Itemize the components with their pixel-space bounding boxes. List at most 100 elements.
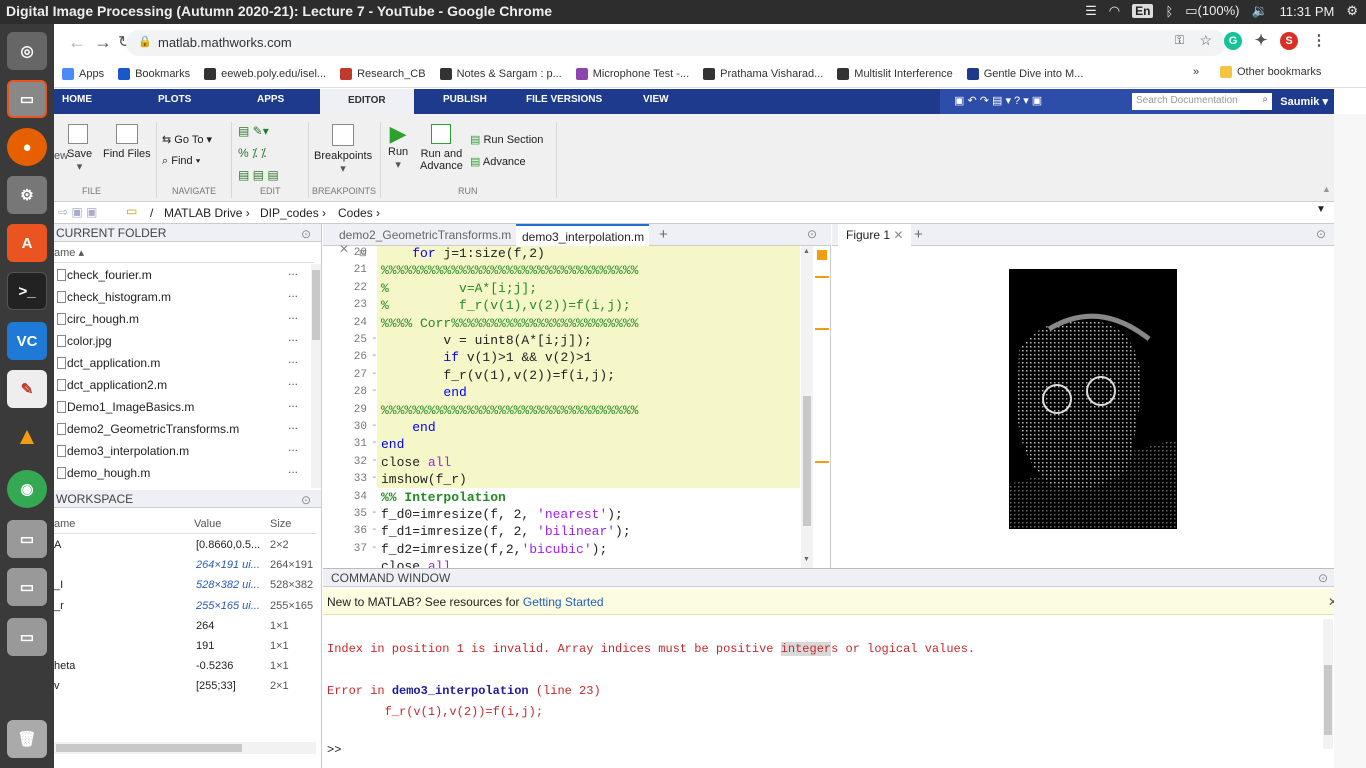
file-options-icon[interactable]: ... [288, 440, 298, 454]
grammarly-icon[interactable]: G [1224, 32, 1242, 50]
line-number[interactable]: 26 [323, 351, 367, 363]
line-number[interactable]: 36 [323, 525, 367, 537]
code-line[interactable]: 25- v = uint8(A*[i;j]); [323, 333, 801, 350]
bookmark-item[interactable]: Multislit Interference [837, 68, 953, 80]
file-options-icon[interactable]: ... [288, 264, 298, 278]
file-options-icon[interactable]: ... [288, 352, 298, 366]
line-number[interactable]: 25 [323, 334, 367, 346]
settings-gear-icon[interactable]: ⚙ [1346, 3, 1358, 19]
ubuntu-software-icon[interactable]: ◎ [7, 32, 47, 70]
goto-button[interactable]: ⇆ Go To ▾ [162, 133, 212, 146]
drive-icon-1[interactable]: ▭ [7, 520, 47, 558]
workspace-row[interactable]: 191 1×1 [54, 637, 316, 657]
line-number[interactable]: 33 [323, 473, 367, 485]
line-number[interactable]: 29 [323, 404, 367, 416]
code-line[interactable]: 21%%%%%%%%%%%%%%%%%%%%%%%%%%%%%%%%% [323, 263, 801, 280]
key-icon[interactable]: ⚿ [1175, 33, 1184, 48]
file-column-header[interactable]: ame ▴ [54, 243, 314, 263]
code-line[interactable]: 32- close all [323, 455, 801, 472]
trash-icon[interactable]: 🗑 [7, 720, 47, 758]
editor-v-scrollbar[interactable]: ▲ ▼ [801, 246, 813, 568]
line-number[interactable]: 27 [323, 369, 367, 381]
bookmark-item[interactable]: Prathama Visharad... [703, 68, 823, 80]
code-line[interactable]: 23 % f_r(v(1),v(2))=f(i,j); [323, 298, 801, 315]
panel-options-icon[interactable]: ⊙ [301, 493, 311, 507]
kebab-menu-icon[interactable]: ⋮ [1310, 32, 1328, 50]
workspace-row[interactable]: 264 1×1 [54, 617, 316, 637]
file-options-icon[interactable]: ... [288, 330, 298, 344]
code-line[interactable]: 30- end [323, 420, 801, 437]
bluetooth-icon[interactable]: ᛒ [1165, 4, 1173, 19]
save-button[interactable]: Save ▾ [67, 124, 92, 173]
workspace-row[interactable]: _r 255×165 ui... 255×165 [54, 597, 316, 617]
file-item[interactable]: Demo1_ImageBasics.m... [54, 396, 316, 418]
line-number[interactable]: 34 [323, 491, 367, 503]
profile-avatar[interactable]: S [1280, 32, 1298, 50]
code-line[interactable]: 26- if v(1)>1 && v(2)>1 [323, 350, 801, 367]
code-line[interactable]: 35- f_d0=imresize(f, 2, 'nearest'); [323, 507, 801, 524]
warning-marker[interactable] [815, 276, 829, 278]
clock[interactable]: 11:31 PM [1280, 4, 1335, 19]
code-line[interactable]: 24 %%%% Corr%%%%%%%%%%%%%%%%%%%%%%%% [323, 316, 801, 333]
path-dropdown-icon[interactable]: ▼ [1316, 204, 1326, 215]
drive-icon-2[interactable]: ▭ [7, 568, 47, 606]
file-options-icon[interactable]: ... [288, 462, 298, 476]
bookmark-item[interactable]: Gentle Dive into M... [966, 68, 1083, 80]
tab-editor[interactable]: EDITOR [320, 89, 414, 114]
bookmark-item[interactable]: Apps [62, 68, 104, 80]
warning-marker[interactable] [815, 328, 829, 330]
forward-arrow-icon[interactable]: → [94, 32, 112, 53]
edit-tools[interactable]: ▤ ✎▾% ⁒ ⁒ ▤ ▤ ▤ [238, 120, 279, 186]
code-line[interactable]: 29%%%%%%%%%%%%%%%%%%%%%%%%%%%%%%%%% [323, 403, 801, 420]
line-number[interactable]: 22 [323, 282, 367, 294]
file-item[interactable]: demo_hough.m... [54, 462, 316, 484]
code-line[interactable]: 36- f_d1=imresize(f, 2, 'bilinear'); [323, 524, 801, 541]
error-function-link[interactable]: demo3_interpolation [392, 684, 529, 698]
line-number[interactable]: 23 [323, 299, 367, 311]
workspace-h-scrollbar[interactable] [54, 742, 316, 754]
wifi-icon[interactable]: ◠ [1109, 3, 1120, 19]
find-files-button[interactable]: Find Files [103, 124, 151, 160]
code-line[interactable]: 37- f_d2=imresize(f,2,'bicubic'); [323, 542, 801, 559]
code-line[interactable]: 22 % v=A*[i;j]; [323, 281, 801, 298]
tab-home[interactable]: HOME [62, 94, 92, 105]
bookmark-item[interactable]: Microphone Test -... [575, 68, 689, 80]
line-number[interactable]: 24 [323, 317, 367, 329]
more-bookmarks[interactable]: » [1193, 66, 1199, 78]
pdf-viewer-icon[interactable]: ✎ [7, 370, 47, 408]
user-menu[interactable]: Saumik ▾ [1280, 95, 1328, 108]
other-bookmarks[interactable]: Other bookmarks [1220, 66, 1335, 78]
code-line[interactable]: 34 %% Interpolation [323, 490, 801, 507]
tab-figure-1[interactable]: Figure 1 ✕ [838, 224, 912, 246]
cmd-v-scrollbar[interactable] [1323, 619, 1333, 749]
vscode-icon[interactable]: VC [7, 322, 47, 360]
code-line[interactable]: 33- imshow(f_r) [323, 472, 801, 489]
file-options-icon[interactable]: ... [288, 308, 298, 322]
workspace-row[interactable]: heta -0.5236 1×1 [54, 657, 316, 677]
terminal-icon[interactable]: >_ [7, 272, 47, 310]
quick-access-icons[interactable]: ▣ ↶ ↷ ▤ ▾ ? ▾ ▣ [954, 94, 1042, 107]
extensions-icon[interactable]: ✦ [1252, 32, 1270, 50]
chrome-icon[interactable]: ◉ [7, 470, 47, 508]
tab-apps[interactable]: APPS [257, 94, 284, 105]
run-button[interactable]: ▶ Run ▾ [388, 122, 408, 172]
panel-options-icon[interactable]: ⊙ [301, 227, 311, 241]
tab-view[interactable]: VIEW [643, 94, 669, 105]
address-bar[interactable]: 🔒 matlab.mathworks.com ⚿ ☆ [126, 30, 1226, 56]
panel-options-icon[interactable]: ⊙ [1318, 571, 1328, 585]
vlc-icon[interactable]: ▲ [7, 418, 47, 456]
file-options-icon[interactable]: ... [288, 396, 298, 410]
line-number[interactable]: 32 [323, 456, 367, 468]
workspace-row[interactable]: 264×191 ui... 264×191 [54, 556, 316, 576]
breadcrumb-dip-codes[interactable]: DIP_codes › [260, 206, 326, 220]
run-and-advance-button[interactable]: Run and Advance [420, 124, 463, 172]
workspace-row[interactable]: v [255;33] 2×1 [54, 677, 316, 697]
settings-icon[interactable]: ⚙ [7, 176, 47, 214]
breadcrumb-codes[interactable]: Codes › [338, 206, 380, 220]
line-number[interactable]: 31 [323, 438, 367, 450]
code-analyzer-indicator[interactable] [817, 250, 827, 260]
bookmark-item[interactable]: Research_CB [340, 68, 426, 80]
folder-scrollbar[interactable] [311, 264, 321, 488]
path-nav-icons[interactable]: ⇨ ▣ ▣ [58, 205, 97, 219]
file-item[interactable]: check_histogram.m... [54, 286, 316, 308]
